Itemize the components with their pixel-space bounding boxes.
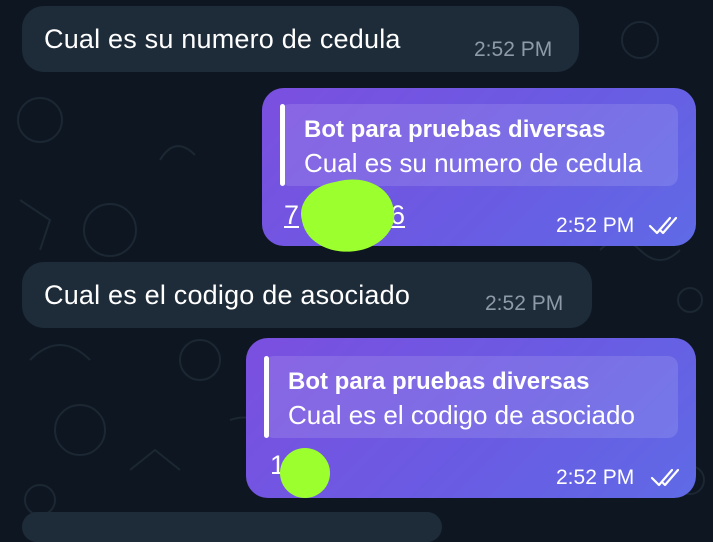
double-check-icon	[648, 216, 678, 235]
incoming-message-partial[interactable]	[22, 512, 442, 542]
reply-text: Cual es su numero de cedula	[304, 148, 643, 178]
reply-bar	[264, 356, 269, 438]
reply-text: Cual es el codigo de asociado	[288, 400, 635, 430]
incoming-message[interactable]: Cual es su numero de cedula 2:52 PM	[22, 6, 579, 72]
message-time: 2:52 PM	[474, 38, 553, 61]
incoming-message[interactable]: Cual es el codigo de asociado 2:52 PM	[22, 262, 592, 328]
message-text-start[interactable]: 7	[284, 200, 299, 231]
reply-bar	[280, 104, 285, 186]
message-time: 2:52 PM	[556, 214, 635, 237]
reply-quote[interactable]: Bot para pruebas diversas Cual es el cod…	[264, 356, 678, 438]
reply-quote[interactable]: Bot para pruebas diversas Cual es su num…	[280, 104, 678, 186]
outgoing-message[interactable]: Bot para pruebas diversas Cual es su num…	[262, 88, 696, 261]
message-time: 2:52 PM	[556, 466, 635, 489]
reply-sender-name: Bot para pruebas diversas	[304, 116, 606, 143]
outgoing-message[interactable]: Bot para pruebas diversas Cual es el cod…	[246, 338, 696, 498]
message-text: Cual es su numero de cedula	[44, 24, 401, 54]
double-check-icon	[650, 468, 680, 487]
redaction-mark	[280, 448, 330, 498]
message-time: 2:52 PM	[485, 292, 564, 315]
message-text: Cual es el codigo de asociado	[44, 280, 411, 310]
reply-sender-name: Bot para pruebas diversas	[288, 368, 590, 395]
